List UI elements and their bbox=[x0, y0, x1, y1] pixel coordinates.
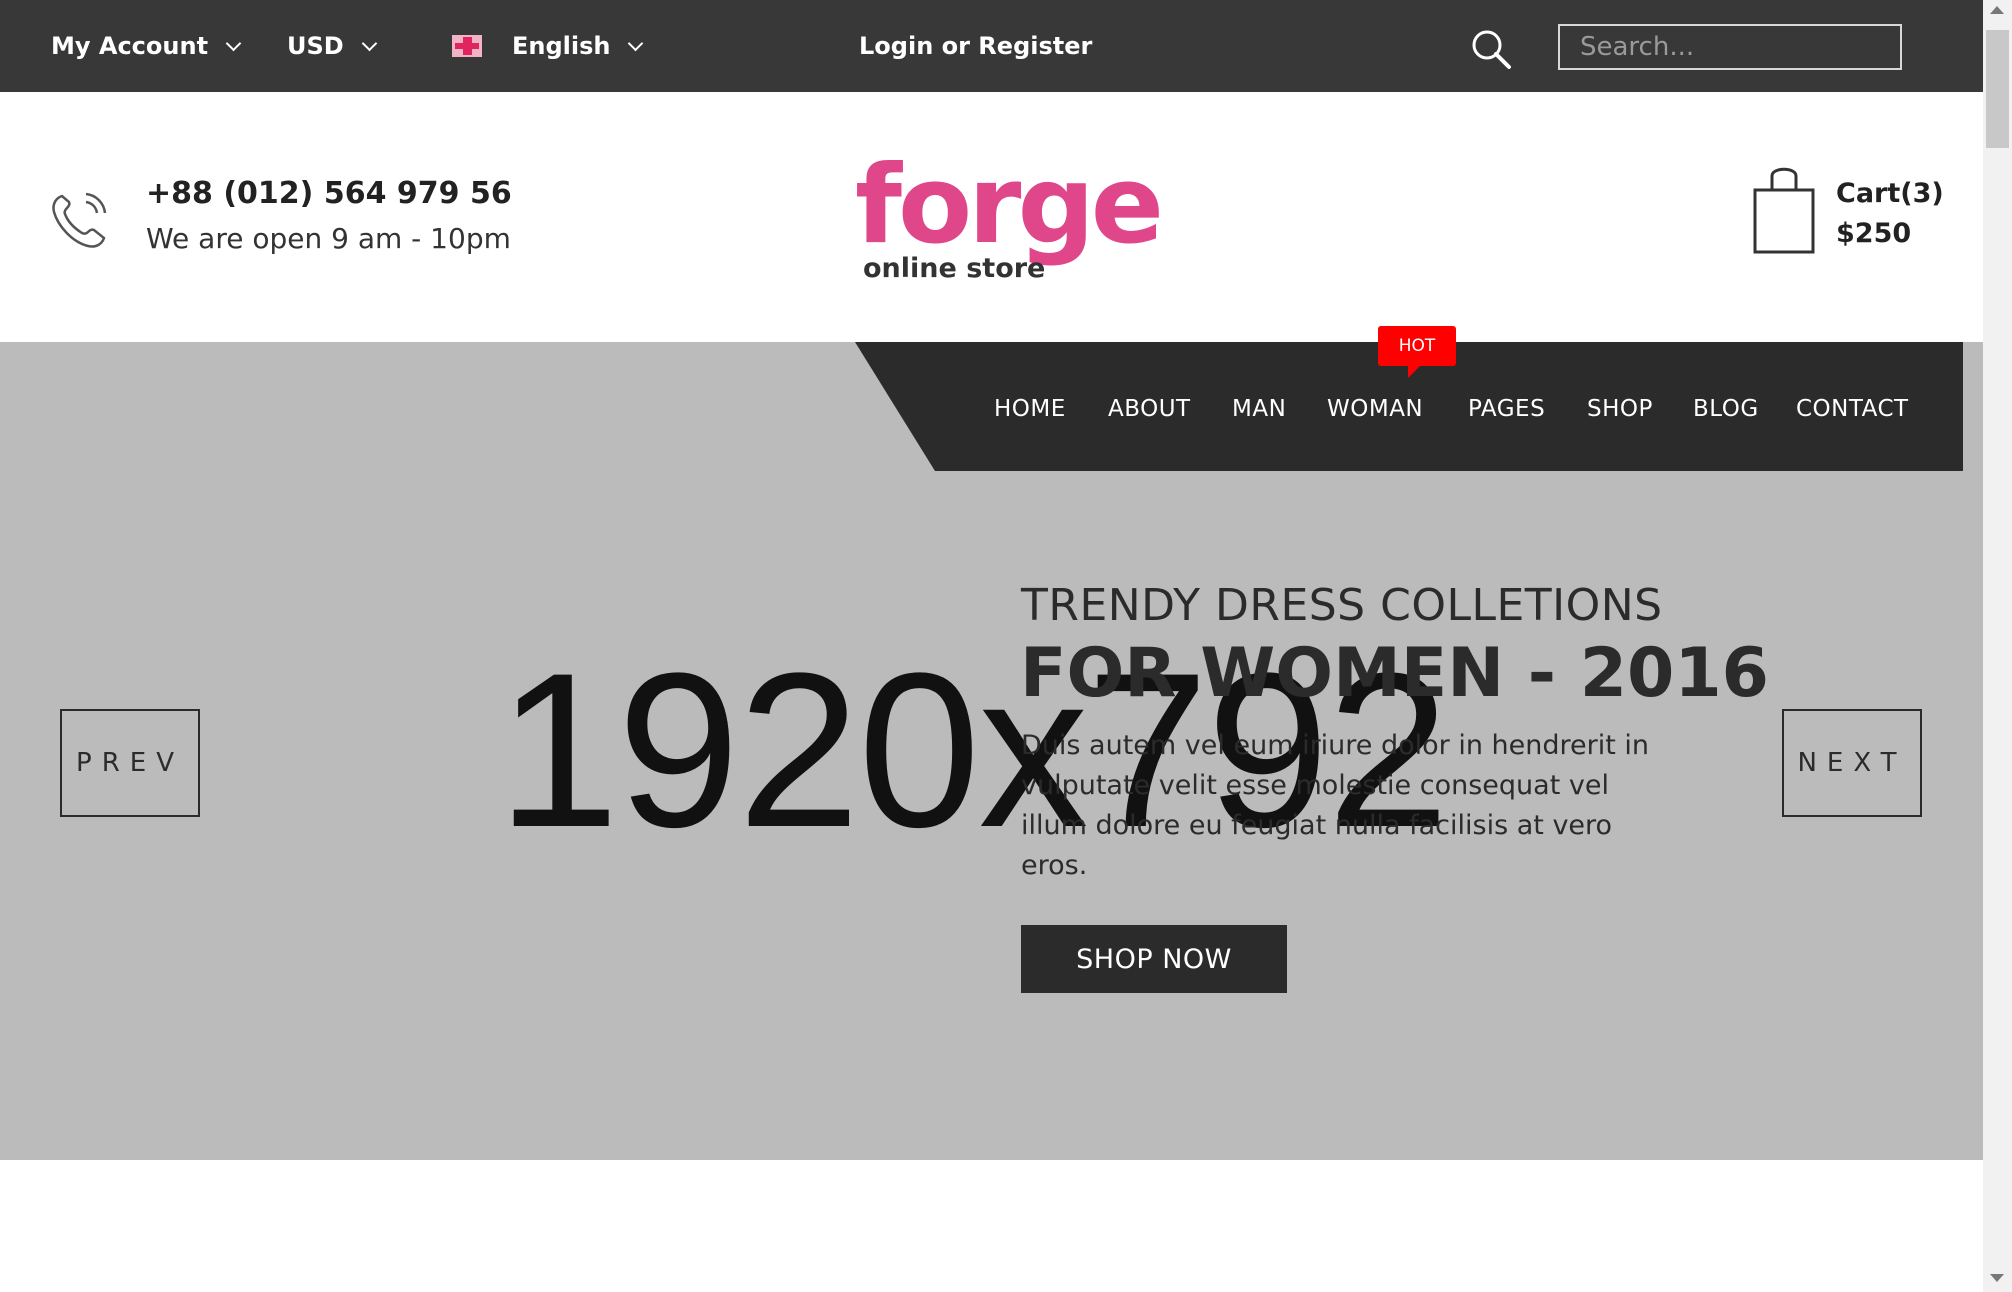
nav-man[interactable]: MAN bbox=[1232, 396, 1286, 422]
shop-now-button[interactable]: SHOP NOW bbox=[1021, 925, 1287, 993]
chevron-down-icon bbox=[628, 35, 644, 51]
slide-subtitle: TRENDY DRESS COLLETIONS bbox=[1021, 580, 1663, 631]
login-register-link[interactable]: Login or Register bbox=[859, 0, 1092, 92]
language-dropdown[interactable]: English bbox=[452, 0, 644, 92]
cart-total: $250 bbox=[1836, 218, 1912, 249]
vertical-scrollbar[interactable] bbox=[1983, 0, 2012, 1292]
top-bar: My Account USD English Login or Register bbox=[0, 0, 1983, 92]
currency-dropdown[interactable]: USD bbox=[287, 0, 377, 92]
currency-label: USD bbox=[287, 32, 344, 60]
nav-home[interactable]: HOME bbox=[994, 396, 1066, 422]
next-slide-button[interactable]: NEXT bbox=[1782, 709, 1922, 817]
chevron-down-icon bbox=[225, 35, 242, 51]
shopping-bag-icon[interactable] bbox=[1750, 162, 1818, 256]
opening-hours: We are open 9 am - 10pm bbox=[146, 222, 511, 255]
flag-icon bbox=[452, 35, 482, 57]
scroll-up-arrow-icon[interactable] bbox=[1990, 6, 2004, 14]
chevron-down-icon bbox=[361, 35, 377, 51]
main-navigation: HOME ABOUT MAN WOMAN PAGES SHOP BLOG CON… bbox=[0, 342, 1983, 471]
nav-shop[interactable]: SHOP bbox=[1587, 396, 1653, 422]
language-label: English bbox=[512, 32, 611, 60]
prev-slide-button[interactable]: PREV bbox=[60, 709, 200, 817]
logo-main-text: forge bbox=[855, 150, 1160, 268]
slide-description: Duis autem vel eum iriure dolor in hendr… bbox=[1021, 730, 1650, 881]
nav-woman[interactable]: WOMAN bbox=[1327, 396, 1423, 422]
hot-badge: HOT bbox=[1378, 326, 1456, 378]
slide-title: FOR WOMEN - 2016 bbox=[1020, 634, 1769, 713]
phone-number: +88 (012) 564 979 56 bbox=[146, 176, 512, 211]
store-logo[interactable]: forge online store bbox=[855, 150, 1175, 280]
scroll-down-arrow-icon[interactable] bbox=[1990, 1274, 2004, 1282]
cart-count[interactable]: Cart(3) bbox=[1836, 178, 1944, 209]
search-input[interactable] bbox=[1558, 24, 1902, 70]
my-account-label: My Account bbox=[51, 32, 209, 60]
logo-sub-text: online store bbox=[863, 253, 1045, 280]
nav-contact[interactable]: CONTACT bbox=[1796, 396, 1909, 422]
nav-blog[interactable]: BLOG bbox=[1693, 396, 1759, 422]
nav-about[interactable]: ABOUT bbox=[1108, 396, 1191, 422]
search-icon[interactable] bbox=[1470, 28, 1512, 70]
nav-pages[interactable]: PAGES bbox=[1468, 396, 1545, 422]
phone-icon bbox=[52, 192, 107, 248]
login-register-label: Login or Register bbox=[859, 32, 1093, 60]
my-account-dropdown[interactable]: My Account bbox=[51, 0, 242, 92]
scrollbar-thumb[interactable] bbox=[1986, 30, 2009, 148]
